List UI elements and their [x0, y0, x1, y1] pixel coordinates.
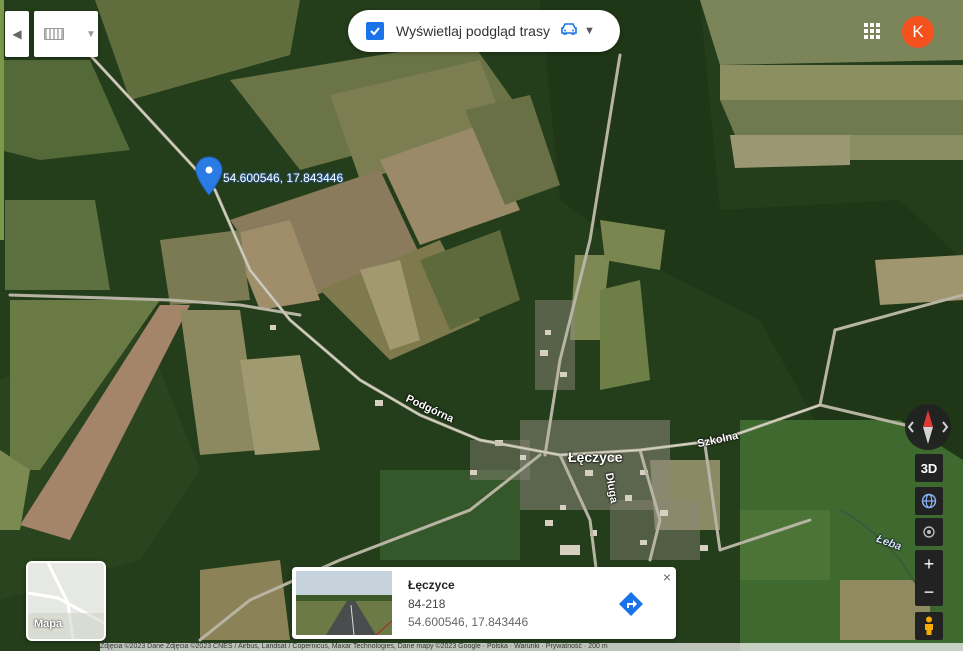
pin-coordinates-label: 54.600546, 17.843446 — [223, 171, 344, 185]
chevron-left-icon: ◀ — [12, 27, 22, 41]
my-location-icon — [923, 526, 935, 538]
zoom-in-button[interactable]: + — [915, 550, 943, 578]
compass-icon — [907, 410, 949, 444]
car-icon[interactable] — [560, 22, 578, 41]
route-preview-toggle[interactable]: Wyświetlaj podgląd trasy ▼ — [348, 10, 620, 52]
globe-view-button[interactable] — [915, 487, 943, 515]
chevron-down-icon[interactable]: ▼ — [86, 29, 96, 40]
town-label: Łęczyce — [568, 449, 623, 465]
directions-button[interactable] — [618, 591, 644, 622]
zoom-out-button[interactable]: − — [915, 578, 943, 606]
preview-checkbox-label: Wyświetlaj podgląd trasy — [396, 23, 550, 39]
keyboard-input-button[interactable]: ▼ — [34, 11, 98, 57]
travel-mode-dropdown-icon[interactable]: ▼ — [584, 25, 595, 37]
place-title: Łęczyce — [408, 578, 455, 592]
pegman-button[interactable] — [915, 612, 943, 640]
satellite-map[interactable] — [0, 0, 963, 651]
street-view-thumbnail[interactable] — [296, 571, 392, 635]
my-location-button[interactable] — [915, 518, 943, 546]
collapse-panel-button[interactable]: ◀ — [5, 11, 29, 57]
apps-grid-icon[interactable] — [864, 23, 880, 44]
place-postal-code: 84-218 — [408, 597, 446, 611]
place-info-card[interactable]: Łęczyce 84-218 54.600546, 17.843446 × — [292, 567, 676, 639]
close-card-button[interactable]: × — [663, 569, 671, 585]
map-type-switcher[interactable]: Mapa — [26, 561, 106, 641]
map-type-label: Mapa — [34, 618, 63, 630]
3d-toggle-button[interactable]: 3D — [915, 454, 943, 482]
account-avatar[interactable]: K — [902, 16, 934, 48]
map-attribution: Zdjęcia ©2023 Dane Zdjęcia ©2023 CNES / … — [100, 643, 963, 651]
zoom-controls: + − — [915, 550, 943, 606]
preview-checkbox[interactable] — [366, 22, 384, 40]
pegman-icon — [925, 616, 933, 635]
compass-button[interactable] — [905, 404, 951, 450]
globe-icon — [921, 493, 937, 509]
directions-icon — [619, 592, 643, 616]
keyboard-icon — [44, 28, 64, 40]
place-coordinates[interactable]: 54.600546, 17.843446 — [408, 615, 528, 629]
